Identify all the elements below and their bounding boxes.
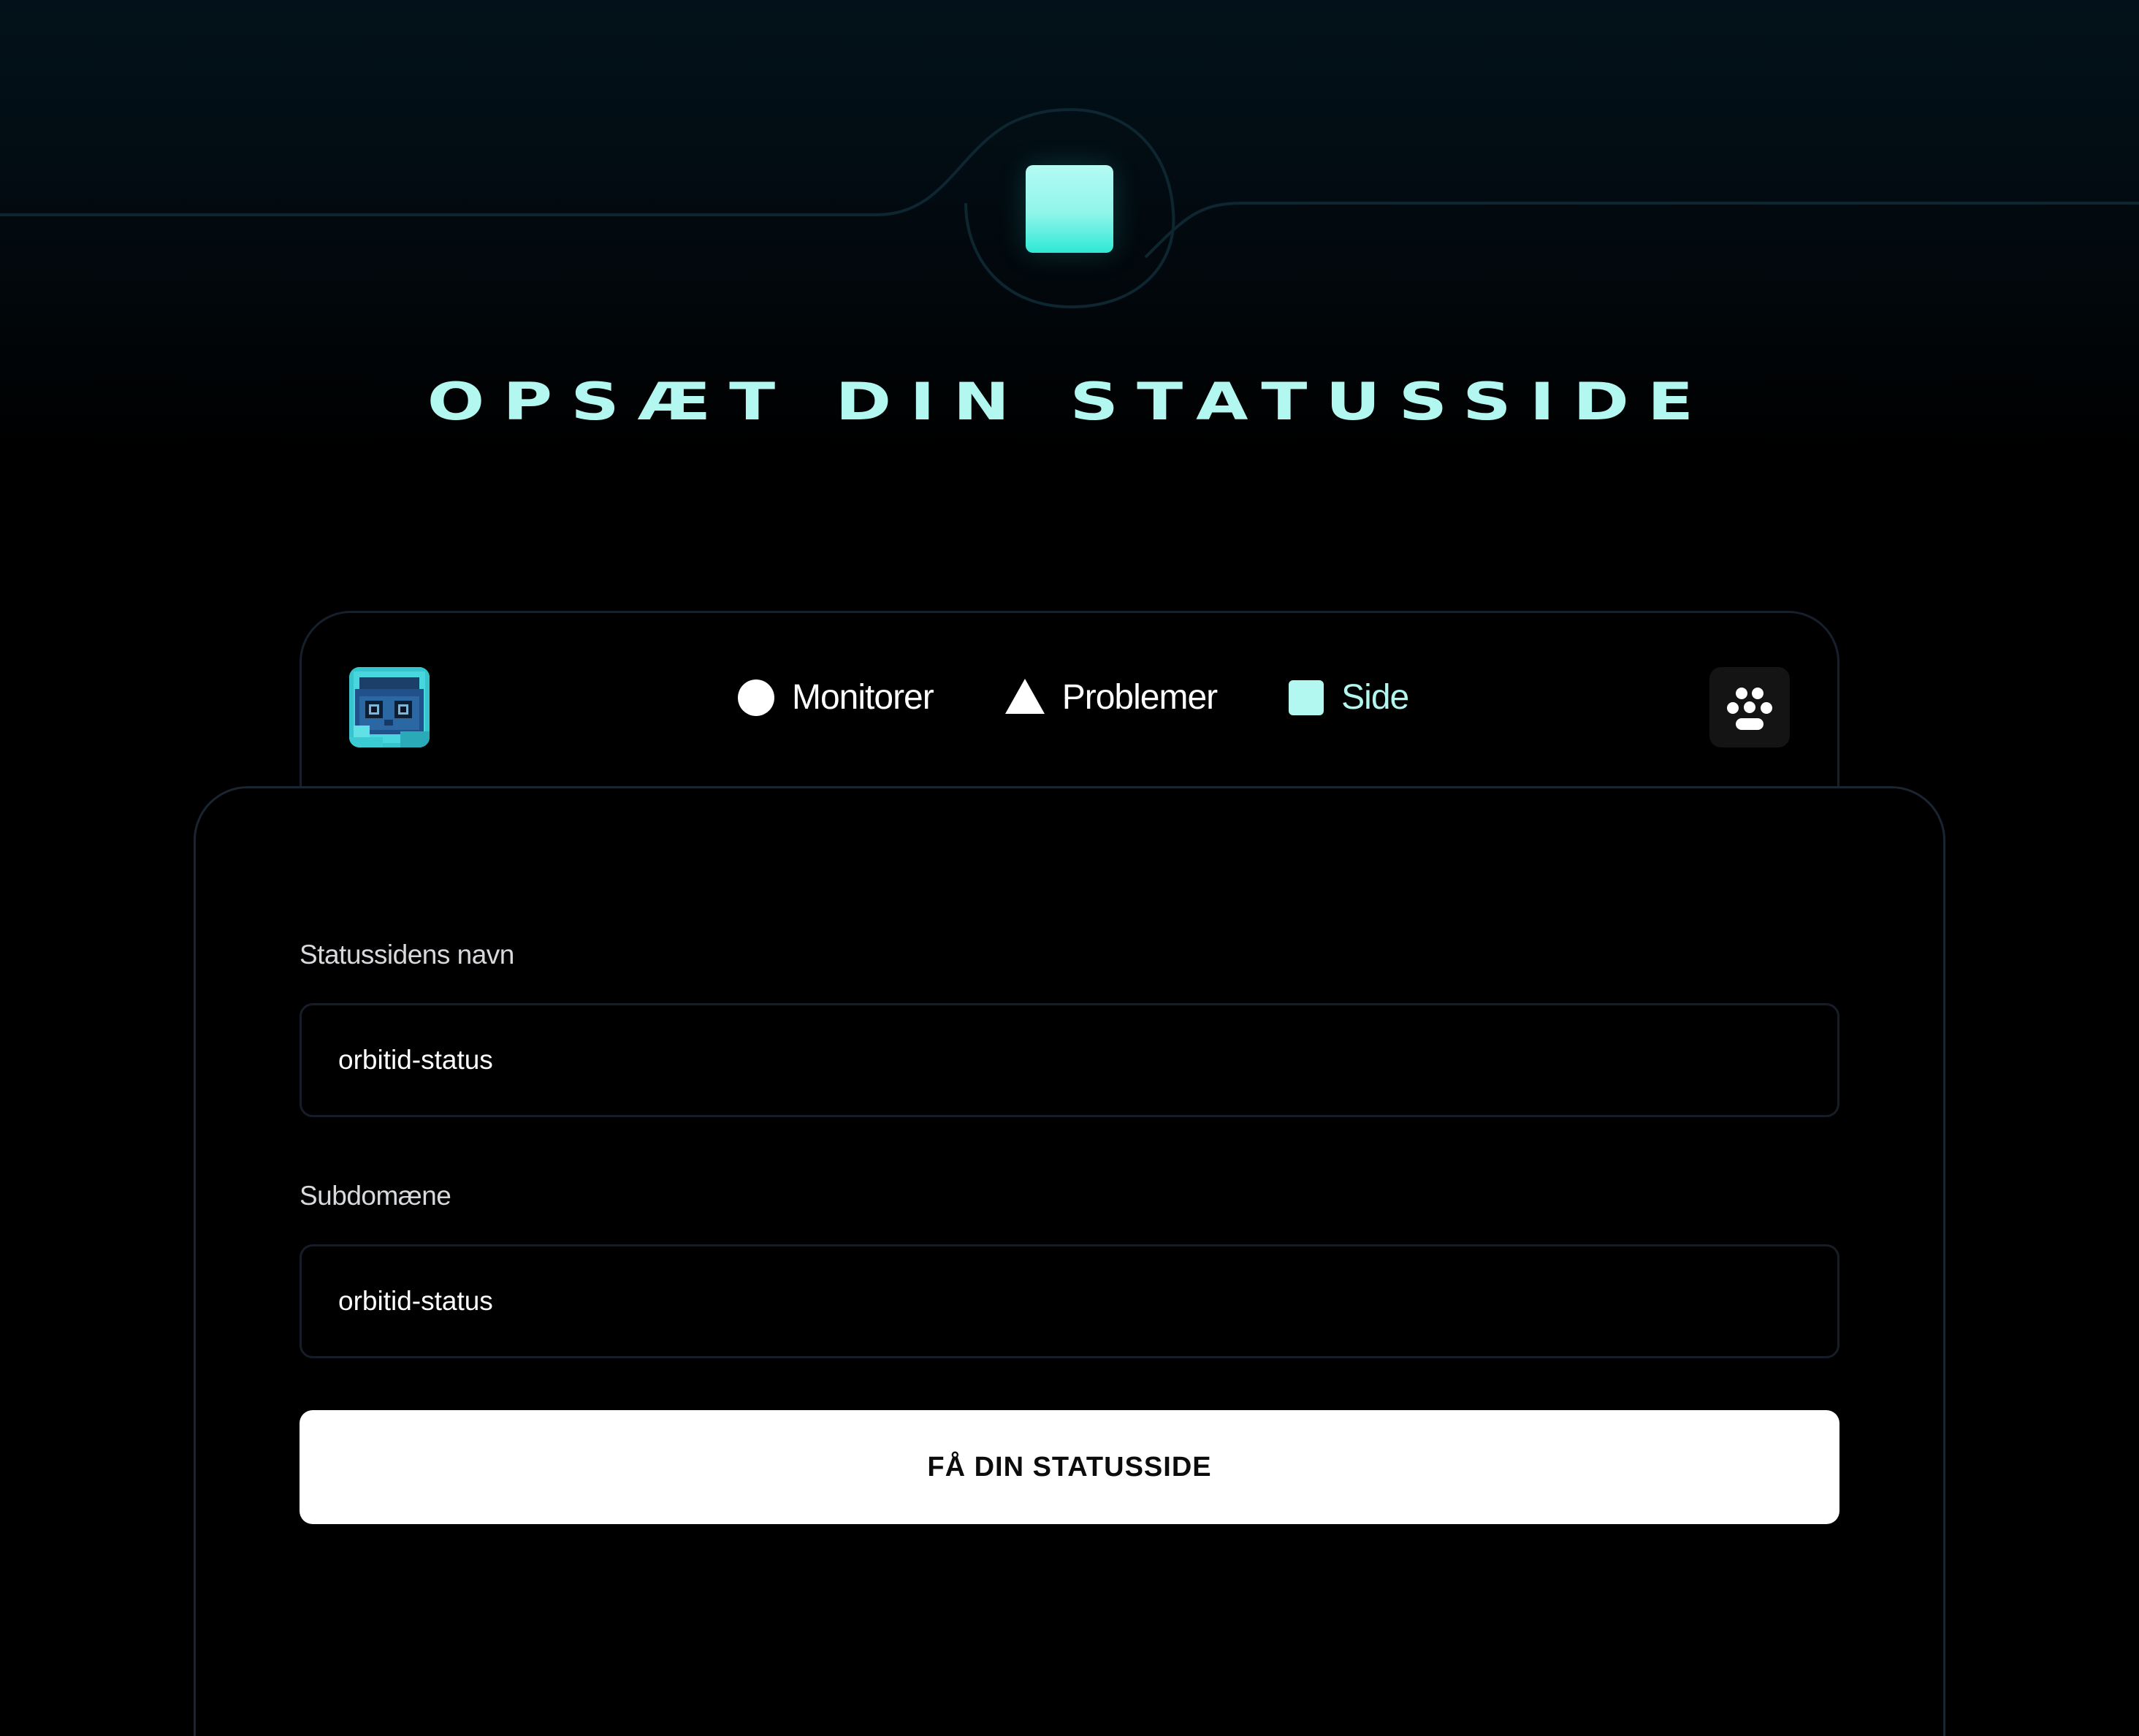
tab-label: Side [1341,678,1409,717]
tab-label: Problemer [1061,678,1218,717]
subdomain-input[interactable] [300,1244,1839,1358]
nav-tabs: Monitorer Problemer Side [738,672,1409,723]
paw-icon [1727,688,1772,730]
status-page-name-input[interactable] [300,1003,1839,1117]
tab-side[interactable]: Side [1289,672,1409,723]
page: OPSÆT DIN STATUSSIDE Monitorer Problemer… [0,0,2139,1736]
square-icon [1289,680,1324,715]
name-label: Statussidens navn [300,940,514,970]
tab-label: Monitorer [792,678,934,717]
menu-button[interactable] [1709,667,1790,747]
square-icon [1026,165,1113,253]
circle-icon [738,679,774,716]
page-title: OPSÆT DIN STATUSSIDE [427,372,1712,432]
pixel-avatar-icon[interactable] [349,667,430,747]
subdomain-label: Subdomæne [300,1181,451,1211]
triangle-icon [1004,679,1045,714]
tab-problemer[interactable]: Problemer [1004,672,1218,723]
get-status-page-button[interactable]: FÅ DIN STATUSSIDE [300,1410,1839,1524]
tab-monitorer[interactable]: Monitorer [738,672,934,723]
